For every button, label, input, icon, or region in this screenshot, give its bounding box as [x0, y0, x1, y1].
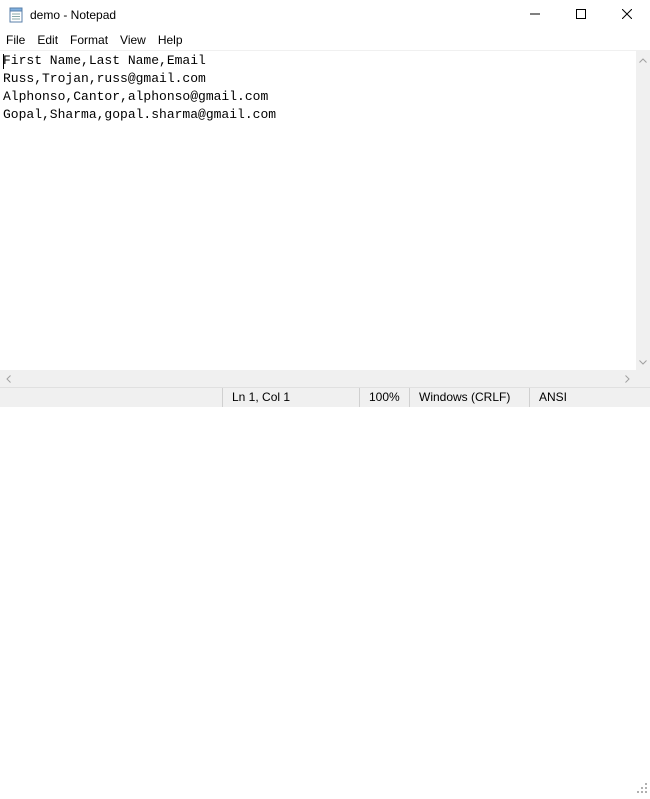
- minimize-icon: [530, 6, 540, 24]
- window-title: demo - Notepad: [30, 8, 117, 22]
- menu-bar: File Edit Format View Help: [0, 30, 650, 50]
- scroll-left-button[interactable]: [0, 370, 17, 387]
- text-line: Russ,Trojan,russ@gmail.com: [3, 71, 206, 86]
- text-editor[interactable]: First Name,Last Name,Email Russ,Trojan,r…: [0, 50, 636, 371]
- status-encoding: ANSI: [529, 388, 636, 407]
- menu-file[interactable]: File: [0, 30, 31, 50]
- menu-edit[interactable]: Edit: [31, 30, 64, 50]
- menu-format[interactable]: Format: [64, 30, 114, 50]
- resize-grip-icon[interactable]: [636, 781, 648, 793]
- vertical-scrollbar[interactable]: [636, 50, 650, 370]
- close-icon: [621, 6, 633, 24]
- text-line: Alphonso,Cantor,alphonso@gmail.com: [3, 89, 269, 104]
- chevron-right-icon: [625, 370, 630, 388]
- scroll-up-button[interactable]: [636, 52, 650, 66]
- text-line: Gopal,Sharma,gopal.sharma@gmail.com: [3, 107, 277, 122]
- horizontal-scrollbar[interactable]: [0, 370, 636, 387]
- scroll-down-button[interactable]: [636, 354, 650, 368]
- chevron-left-icon: [6, 370, 11, 388]
- status-cursor-position: Ln 1, Col 1: [222, 388, 359, 407]
- status-zoom: 100%: [359, 388, 409, 407]
- notepad-icon: [8, 7, 24, 23]
- text-caret: [3, 54, 4, 69]
- chevron-down-icon: [639, 352, 647, 370]
- text-content[interactable]: First Name,Last Name,Email Russ,Trojan,r…: [0, 52, 276, 124]
- text-line: First Name,Last Name,Email: [3, 53, 206, 68]
- scroll-right-button[interactable]: [619, 370, 636, 387]
- close-button[interactable]: [604, 0, 650, 30]
- status-bar: Ln 1, Col 1 100% Windows (CRLF) ANSI: [0, 387, 650, 793]
- title-bar[interactable]: demo - Notepad: [0, 0, 650, 30]
- chevron-up-icon: [639, 50, 647, 68]
- scrollbar-corner: [636, 370, 650, 387]
- status-line-ending: Windows (CRLF): [409, 388, 529, 407]
- minimize-button[interactable]: [512, 0, 558, 30]
- menu-help[interactable]: Help: [152, 30, 189, 50]
- maximize-button[interactable]: [558, 0, 604, 30]
- menu-view[interactable]: View: [114, 30, 152, 50]
- maximize-icon: [576, 6, 586, 24]
